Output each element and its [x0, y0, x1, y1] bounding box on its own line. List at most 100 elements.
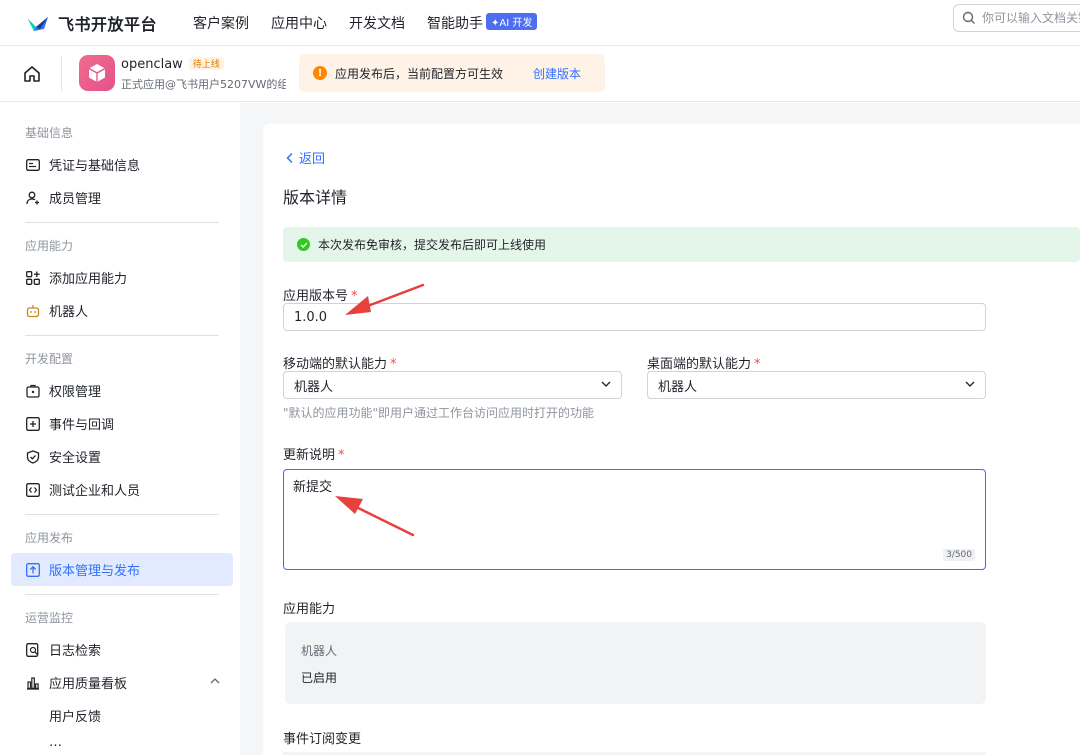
- back-link[interactable]: 返回: [285, 148, 325, 167]
- nav-dev-docs[interactable]: 开发文档: [349, 13, 405, 33]
- page-title: 版本详情: [283, 188, 348, 207]
- sidebar-item-events[interactable]: 事件与回调: [4, 407, 240, 440]
- divider: [61, 56, 62, 92]
- search-input[interactable]: [982, 11, 1080, 25]
- nav-ai-assistant[interactable]: 智能助手 ✦AI 开发: [427, 12, 538, 33]
- event-icon: [25, 416, 41, 432]
- update-notes-value: 新提交: [293, 480, 333, 495]
- status-badge: 待上线: [188, 57, 224, 70]
- update-label-text: 更新说明: [283, 448, 336, 463]
- mobile-select-value: 机器人: [294, 379, 334, 395]
- sidebar-divider: [25, 514, 219, 515]
- search-icon: [962, 11, 975, 24]
- chart-icon: [25, 675, 41, 691]
- sidebar-item-label: 机器人: [49, 305, 89, 320]
- sidebar-item-label: 应用质量看板: [49, 677, 128, 692]
- sidebar-item-more[interactable]: …: [4, 732, 240, 752]
- event-changes-label: 事件订阅变更: [283, 732, 362, 747]
- version-label-text: 应用版本号: [283, 289, 349, 304]
- permission-icon: [25, 383, 41, 399]
- capability-status: 已启用: [301, 671, 338, 685]
- nav-ai-assistant-label: 智能助手: [427, 15, 484, 32]
- config-notice: ! 应用发布后，当前配置方可生效 创建版本: [299, 54, 605, 92]
- feishu-logo-icon: [28, 16, 48, 31]
- search-box[interactable]: [953, 4, 1080, 32]
- nav-customer-cases[interactable]: 客户案例: [193, 13, 249, 33]
- sidebar-divider: [25, 222, 219, 223]
- home-icon[interactable]: [22, 64, 42, 84]
- notice-text: 应用发布后，当前配置方可生效: [335, 66, 504, 81]
- sidebar-divider: [25, 594, 219, 595]
- sidebar-item-test-users[interactable]: 测试企业和人员: [4, 473, 240, 506]
- required-mark: *: [338, 448, 345, 463]
- sidebar-item-label: 添加应用能力: [49, 272, 128, 287]
- capability-label: 应用能力: [283, 602, 336, 617]
- sidebar: 基础信息 凭证与基础信息 成员管理 应用能力 添加应用能力 机器人 开发配置 权…: [4, 103, 240, 755]
- app-avatar: [79, 55, 115, 91]
- success-text: 本次发布免审核，提交发布后即可上线使用: [318, 238, 547, 252]
- sidebar-group-release: 应用发布: [25, 531, 74, 545]
- sidebar-item-label: 用户反馈: [49, 710, 102, 725]
- desktop-label-text: 桌面端的默认能力: [647, 357, 752, 372]
- robot-icon: [25, 303, 41, 319]
- update-notes-textarea[interactable]: 新提交 3/500: [283, 469, 986, 570]
- sidebar-item-robot[interactable]: 机器人: [4, 294, 240, 327]
- sidebar-divider: [25, 335, 219, 336]
- nav-app-center[interactable]: 应用中心: [271, 13, 327, 33]
- mobile-default-select[interactable]: 机器人: [283, 371, 622, 399]
- mobile-default-label: 移动端的默认能力 *: [283, 353, 397, 372]
- mobile-label-text: 移动端的默认能力: [283, 357, 388, 372]
- sidebar-item-label: 安全设置: [49, 451, 102, 466]
- sidebar-item-label: 权限管理: [49, 385, 102, 400]
- create-version-link[interactable]: 创建版本: [533, 65, 581, 82]
- logo[interactable]: 飞书开放平台: [26, 11, 157, 35]
- app-name: openclaw 待上线: [121, 57, 224, 72]
- grid-add-icon: [25, 270, 41, 286]
- update-notes-label: 更新说明 *: [283, 444, 345, 463]
- version-field[interactable]: 1.0.0: [283, 303, 986, 331]
- sidebar-group-monitor: 运营监控: [25, 611, 74, 625]
- id-card-icon: [25, 157, 41, 173]
- sidebar-group-capability: 应用能力: [25, 239, 74, 253]
- sidebar-item-quality-board[interactable]: 应用质量看板: [4, 666, 240, 699]
- cube-icon: [88, 64, 106, 82]
- sidebar-item-add-capability[interactable]: 添加应用能力: [4, 261, 240, 294]
- publish-icon: [25, 562, 41, 578]
- version-label: 应用版本号 *: [283, 285, 358, 304]
- sidebar-item-label: …: [49, 734, 62, 750]
- check-circle-icon: [297, 238, 310, 251]
- capability-box: 机器人 已启用: [285, 622, 986, 704]
- sidebar-item-log-search[interactable]: 日志检索: [4, 633, 240, 666]
- desktop-select-value: 机器人: [658, 379, 698, 395]
- sidebar-item-label: 凭证与基础信息: [49, 159, 141, 174]
- ai-badge: ✦AI 开发: [486, 12, 538, 30]
- sidebar-item-version-release[interactable]: 版本管理与发布: [11, 553, 233, 586]
- required-mark: *: [390, 357, 397, 372]
- shield-icon: [25, 449, 41, 465]
- top-nav: 飞书开放平台 客户案例 应用中心 开发文档 智能助手 ✦AI 开发: [0, 0, 1080, 46]
- required-mark: *: [351, 289, 358, 304]
- sidebar-item-label: 成员管理: [49, 192, 102, 207]
- sidebar-item-members[interactable]: 成员管理: [4, 181, 240, 214]
- back-label: 返回: [299, 152, 326, 167]
- sidebar-item-label: 版本管理与发布: [49, 564, 141, 579]
- code-icon: [25, 482, 41, 498]
- sidebar-item-security[interactable]: 安全设置: [4, 440, 240, 473]
- required-mark: *: [754, 357, 761, 372]
- warning-icon: !: [313, 66, 327, 80]
- logo-text: 飞书开放平台: [58, 14, 158, 34]
- default-capability-hint: "默认的应用功能"即用户通过工作台访问应用时打开的功能: [283, 406, 595, 420]
- sidebar-item-label: 事件与回调: [49, 418, 115, 433]
- sidebar-item-user-feedback[interactable]: 用户反馈: [4, 699, 240, 732]
- desktop-default-select[interactable]: 机器人: [647, 371, 986, 399]
- app-name-text: openclaw: [121, 57, 183, 72]
- app-header: openclaw 待上线 正式应用@飞书用户5207VW的组织 ! 应用发布后，当…: [0, 46, 1080, 102]
- member-icon: [25, 190, 41, 206]
- chevron-down-icon: [965, 381, 975, 387]
- chevron-left-icon: [286, 152, 293, 163]
- app-subtitle: 正式应用@飞书用户5207VW的组织: [121, 78, 286, 91]
- sidebar-item-permissions[interactable]: 权限管理: [4, 374, 240, 407]
- chevron-up-icon[interactable]: [210, 677, 220, 684]
- success-banner: 本次发布免审核，提交发布后即可上线使用: [283, 227, 1080, 262]
- sidebar-item-credentials[interactable]: 凭证与基础信息: [4, 148, 240, 181]
